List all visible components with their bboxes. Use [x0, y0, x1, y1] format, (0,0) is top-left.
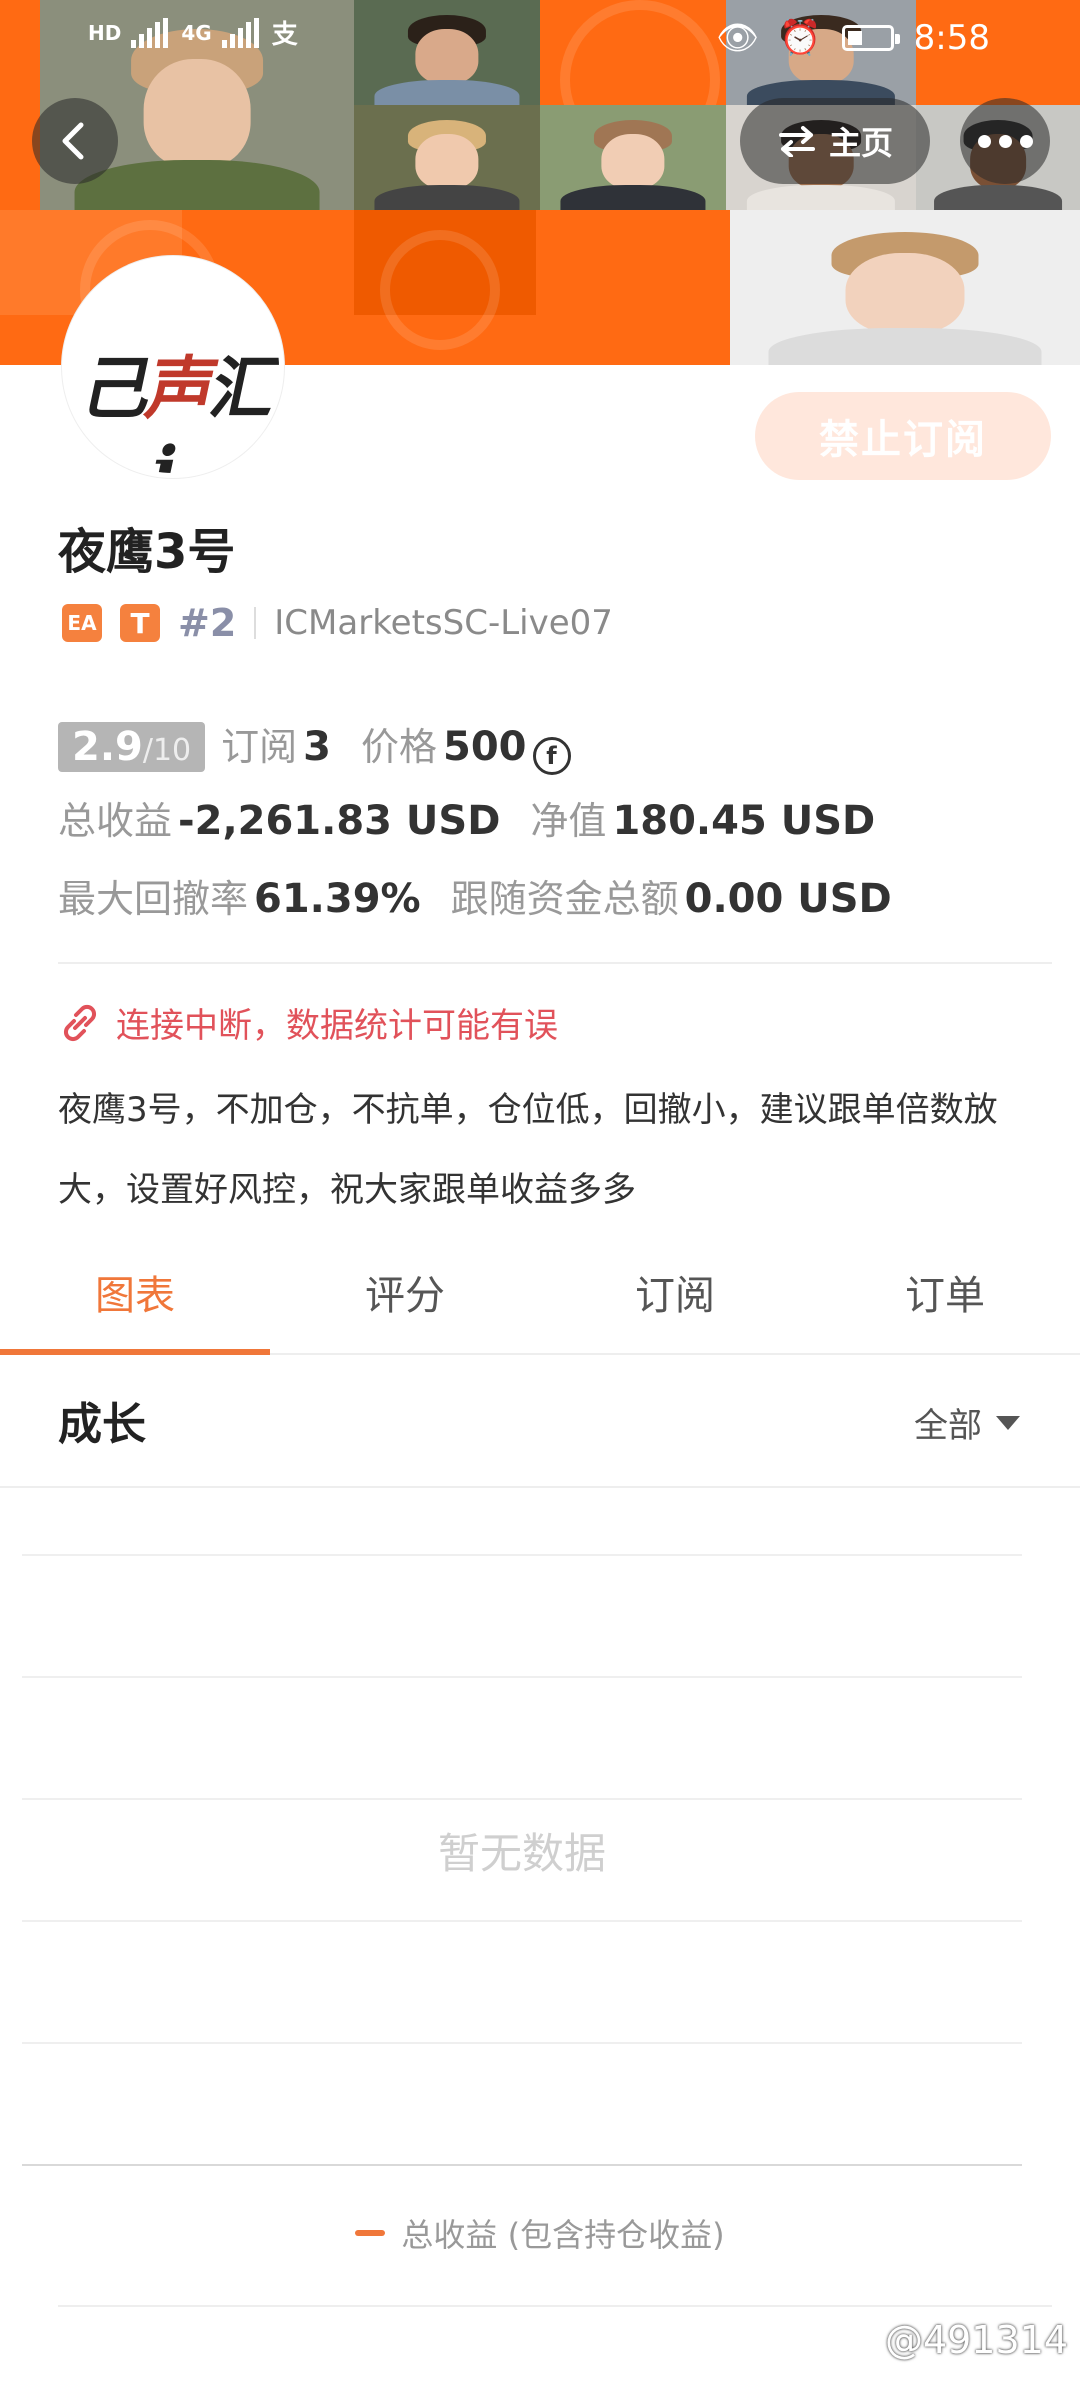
avatar-logo: 己声汇i: [75, 349, 284, 478]
server-label: ICMarketsSC-Live07: [274, 603, 613, 643]
back-button[interactable]: [32, 98, 118, 184]
max-drawdown-label: 最大回撤率: [58, 877, 249, 921]
total-profit-label: 总收益: [58, 799, 173, 843]
max-drawdown-value: 61.39%: [254, 876, 421, 922]
stats-row-drawdown: 最大回撤率 61.39% 跟随资金总额 0.00 USD: [58, 868, 892, 923]
range-filter-label: 全部: [914, 1406, 982, 1446]
legend-swatch: [355, 2230, 386, 2236]
chart-gridline: [22, 1554, 1022, 1556]
home-button-label: 主页: [828, 124, 893, 162]
coin-icon: f: [532, 737, 571, 775]
tab-chart[interactable]: 图表: [0, 1245, 270, 1355]
warning-text: 连接中断，数据统计可能有误: [116, 1006, 558, 1046]
subscribe-count-value: 3: [303, 724, 331, 770]
chart-gridline: [22, 1676, 1022, 1678]
rating-badge: 2.9/10: [58, 722, 206, 772]
section-divider: [58, 962, 1052, 964]
battery-icon: [841, 25, 900, 51]
connection-warning: 连接中断，数据统计可能有误: [58, 998, 558, 1047]
chart-gridline: [22, 1798, 1022, 1800]
tab-bar: 图表 评分 订阅 订单: [0, 1245, 1080, 1355]
section-divider: [58, 2305, 1052, 2307]
tab-orders[interactable]: 订单: [810, 1245, 1080, 1353]
banner-photo: [540, 105, 726, 210]
tab-rating[interactable]: 评分: [270, 1245, 540, 1353]
chart-gridline: [22, 2042, 1022, 2044]
t-badge: T: [120, 604, 160, 642]
alarm-icon: ⏰: [779, 18, 822, 58]
net-value-label: 净值: [530, 799, 607, 843]
section-divider: [0, 1486, 1080, 1488]
range-filter-dropdown[interactable]: 全部: [914, 1398, 1020, 1447]
signal-icon: [221, 17, 262, 48]
total-profit-value: -2,261.83 USD: [178, 798, 501, 844]
broken-link-icon: [63, 1004, 97, 1041]
status-bar: HD 4G 支 👁 ⏰ 8:58: [0, 0, 1080, 80]
stats-row-rating: 2.9/10 订阅 3 价格 500 f: [58, 716, 571, 775]
legend-label: 总收益 (包含持仓收益): [401, 2216, 725, 2254]
more-dots-icon: [977, 134, 991, 148]
tag-divider: [254, 607, 257, 639]
avatar[interactable]: 己声汇i: [62, 256, 284, 478]
status-time: 8:58: [913, 18, 990, 58]
chart-x-axis: [22, 2164, 1022, 2166]
chart-empty-text: 暂无数据: [437, 1829, 606, 1878]
eye-icon: 👁: [716, 18, 760, 58]
caret-down-icon: [996, 1415, 1020, 1430]
tab-subscribe[interactable]: 订阅: [540, 1245, 810, 1353]
network-4g-label: 4G: [181, 20, 212, 45]
signal-name: 夜鹰3号: [58, 524, 236, 580]
subscribe-count-label: 订阅: [221, 725, 298, 769]
banner-photo: [730, 210, 1080, 365]
swap-icon: [778, 126, 815, 157]
disable-subscribe-button[interactable]: 禁止订阅: [755, 392, 1051, 480]
signal-description: 夜鹰3号，不加仓，不抗单，仓位低，回撤小，建议跟单倍数放大，设置好风控，祝大家跟…: [58, 1090, 998, 1210]
price-value: 500: [443, 724, 527, 770]
growth-chart: 暂无数据: [22, 1490, 1022, 2170]
chart-gridline: [22, 1920, 1022, 1922]
home-button[interactable]: 主页: [740, 98, 930, 184]
chart-legend: 总收益 (包含持仓收益): [0, 2210, 1080, 2256]
follow-funds-value: 0.00 USD: [684, 876, 892, 922]
net-value-value: 180.45 USD: [612, 798, 876, 844]
follow-funds-label: 跟随资金总额: [450, 877, 679, 921]
more-button[interactable]: [960, 98, 1050, 184]
stats-row-profit: 总收益 -2,261.83 USD 净值 180.45 USD: [58, 790, 905, 845]
signal-tags: EA T #2 ICMarketsSC-Live07: [62, 598, 613, 648]
network-hd-label: HD: [88, 20, 122, 45]
banner-photo: [354, 105, 540, 210]
watermark-text: @491314: [884, 2318, 1068, 2362]
price-label: 价格: [361, 725, 438, 769]
rank-label: #2: [178, 601, 237, 645]
ea-badge: EA: [62, 604, 102, 642]
signal-icon: [131, 17, 171, 48]
section-title: 成长: [58, 1399, 146, 1450]
back-arrow-icon: [62, 122, 84, 160]
alipay-icon: 支: [271, 20, 298, 50]
